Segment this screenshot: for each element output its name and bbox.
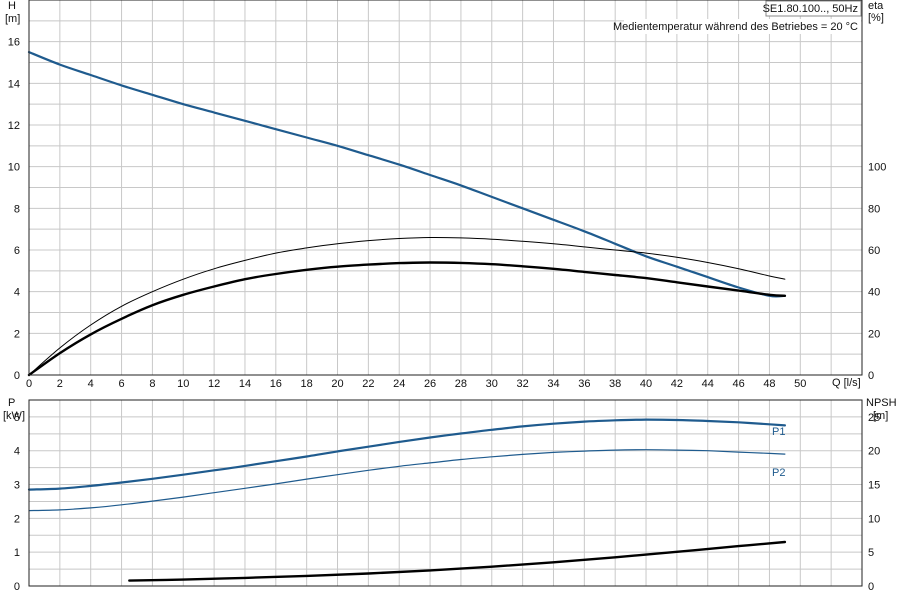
y-left-tick-label: 16 [8, 37, 20, 49]
npsh-axis-label: NPSH [866, 397, 897, 409]
y-left-tick-label: 0 [14, 581, 20, 593]
y-left-tick-label: 0 [14, 370, 20, 382]
x-tick-label: 44 [702, 378, 714, 390]
y-right-tick-label: 100 [868, 162, 886, 174]
y-left-tick-label: 2 [14, 328, 20, 340]
npsh-axis-unit: [m] [873, 410, 888, 422]
y-left-tick-label: 6 [14, 245, 20, 257]
chart-title: SE1.80.100.., 50Hz [763, 3, 858, 15]
y-left-tick-label: 10 [8, 162, 20, 174]
x-axis-label: Q [l/s] [832, 377, 861, 389]
x-tick-label: 12 [208, 378, 220, 390]
x-tick-label: 40 [640, 378, 652, 390]
y-right-axis-unit: [%] [868, 12, 884, 24]
y-right-tick-label: 10 [868, 513, 880, 525]
x-tick-label: 20 [331, 378, 343, 390]
power-axis-label: P [8, 397, 15, 409]
x-tick-label: 4 [88, 378, 94, 390]
y-right-tick-label: 15 [868, 480, 880, 492]
x-tick-label: 48 [763, 378, 775, 390]
y-right-tick-label: 0 [868, 370, 874, 382]
x-tick-label: 38 [609, 378, 621, 390]
y-left-tick-label: 8 [14, 203, 20, 215]
chart-annotation: Medientemperatur während des Betriebes =… [613, 21, 858, 33]
x-tick-label: 22 [362, 378, 374, 390]
y-right-tick-label: 40 [868, 287, 880, 299]
y-right-tick-label: 20 [868, 446, 880, 458]
y-right-axis-label: eta [868, 0, 884, 12]
y-left-tick-label: 3 [14, 480, 20, 492]
y-left-tick-label: 2 [14, 513, 20, 525]
x-tick-label: 2 [57, 378, 63, 390]
x-tick-label: 46 [732, 378, 744, 390]
x-tick-label: 32 [517, 378, 529, 390]
pump-performance-chart: 0246810121416 020406080100 0 2 4 6 8 10 12 14 16… [0, 0, 900, 600]
x-tick-label: 36 [578, 378, 590, 390]
x-tick-label: 30 [486, 378, 498, 390]
head-efficiency-chart: 0246810121416 020406080100 0 2 4 6 8 10 12 14 16… [0, 0, 900, 600]
x-tick-label: 34 [547, 378, 559, 390]
y-left-tick-label: 14 [8, 78, 20, 90]
x-tick-label: 16 [270, 378, 282, 390]
x-tick-label: 50 [794, 378, 806, 390]
y-right-tick-label: 80 [868, 203, 880, 215]
p1-series-label: P1 [772, 426, 785, 438]
y-right-tick-label: 5 [868, 547, 874, 559]
y-left-tick-label: 4 [14, 446, 20, 458]
y-right-tick-label: 0 [868, 581, 874, 593]
power-axis-unit: [kW] [3, 410, 25, 422]
x-tick-label: 8 [149, 378, 155, 390]
x-tick-label: 26 [424, 378, 436, 390]
y-right-tick-label: 20 [868, 328, 880, 340]
y-left-tick-label: 1 [14, 547, 20, 559]
x-tick-label: 10 [177, 378, 189, 390]
x-tick-label: 0 [26, 378, 32, 390]
y-left-tick-label: 4 [14, 287, 20, 299]
p2-series-label: P2 [772, 467, 785, 479]
y-left-axis-unit: [m] [5, 13, 20, 25]
y-left-tick-label: 12 [8, 120, 20, 132]
x-tick-label: 18 [301, 378, 313, 390]
x-tick-label: 6 [118, 378, 124, 390]
x-tick-label: 24 [393, 378, 405, 390]
x-tick-label: 28 [455, 378, 467, 390]
x-tick-label: 42 [671, 378, 683, 390]
y-left-axis-label: H [8, 0, 16, 12]
y-right-tick-label: 60 [868, 245, 880, 257]
x-tick-label: 14 [239, 378, 251, 390]
